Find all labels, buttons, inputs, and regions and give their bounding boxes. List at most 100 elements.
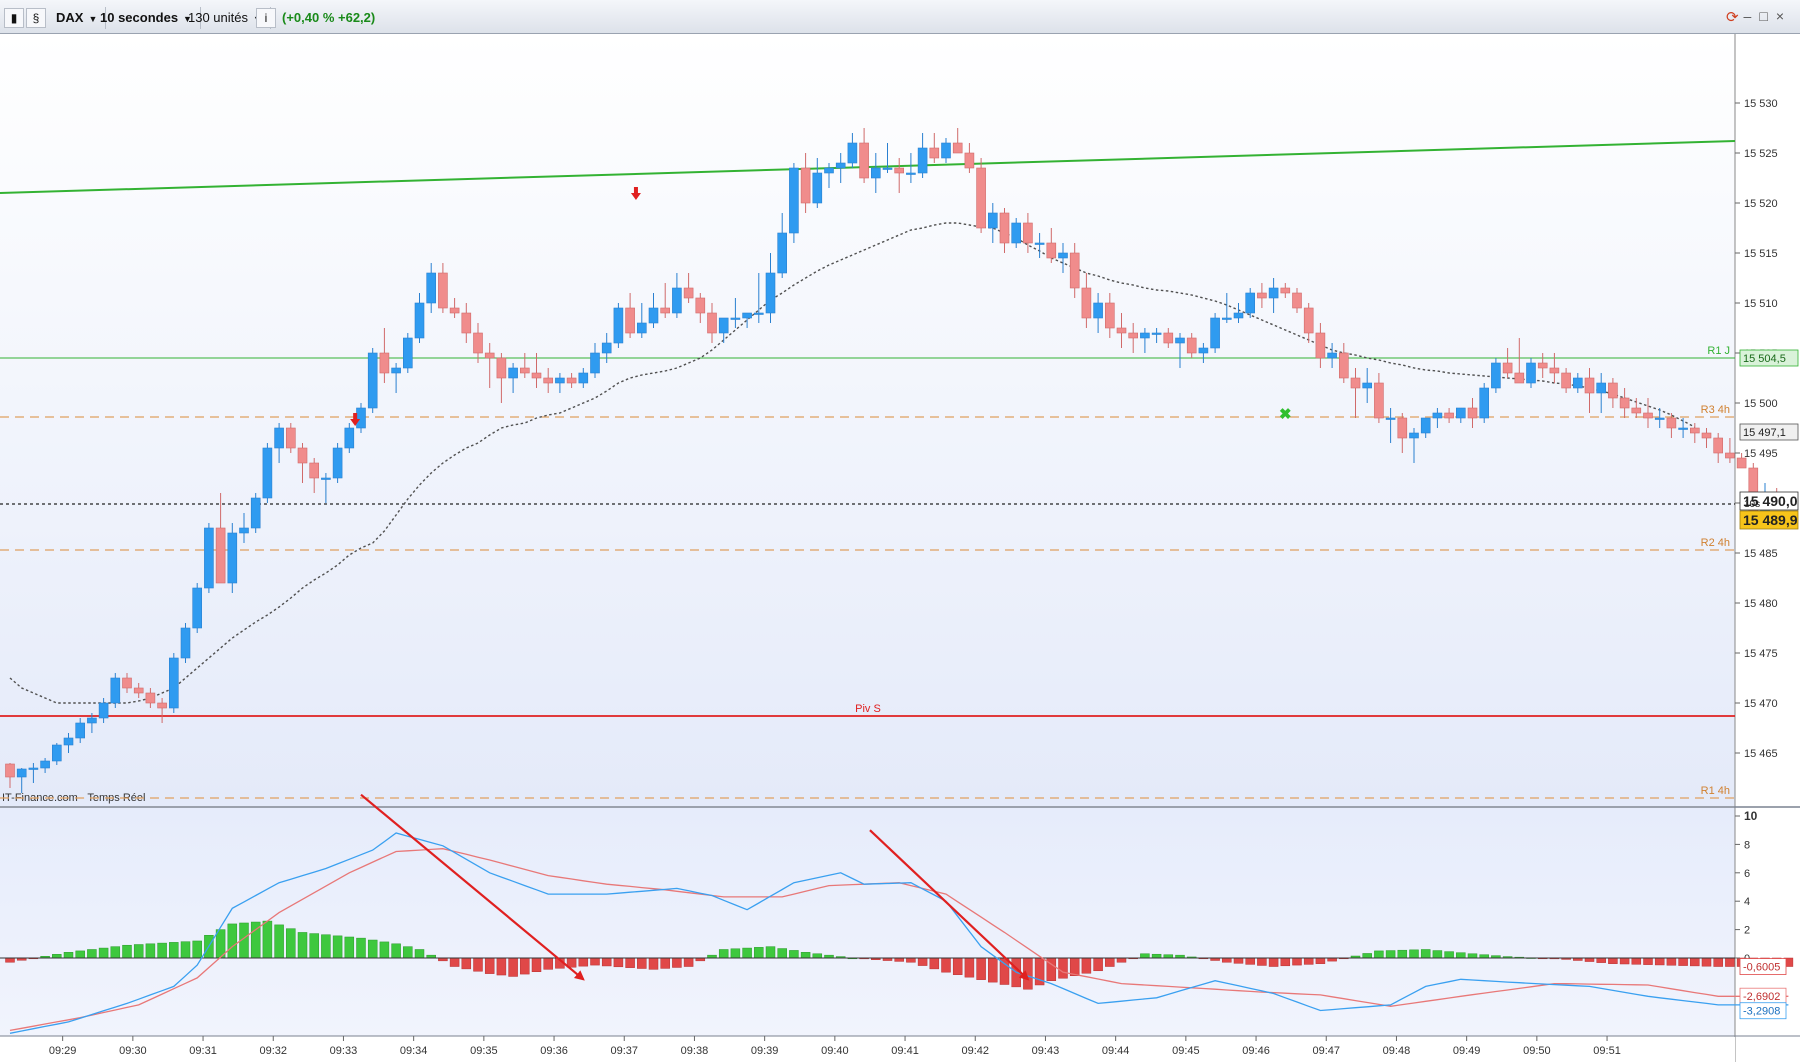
candle[interactable] — [789, 163, 799, 243]
candle[interactable] — [613, 303, 624, 348]
macd-histogram-bar — [508, 957, 518, 977]
macd-histogram-bar — [192, 940, 202, 959]
macd-histogram-bar — [379, 941, 390, 959]
x-tick-label: 09:36 — [540, 1045, 568, 1057]
candlestick-icon[interactable]: ▮ — [4, 8, 24, 28]
candle[interactable] — [110, 673, 121, 708]
y-tick-label: 15 495 — [1744, 448, 1778, 460]
candle[interactable] — [332, 443, 343, 483]
candle[interactable] — [367, 348, 378, 413]
x-tick-label: 09:44 — [1102, 1045, 1130, 1057]
close-icon[interactable]: × — [1776, 8, 1792, 24]
macd-histogram-bar — [367, 939, 378, 959]
level-label: R1 4h — [1701, 785, 1730, 797]
macd-y-tick-label: 6 — [1744, 868, 1750, 880]
macd-histogram-bar — [1222, 957, 1232, 963]
macd-histogram-bar — [1608, 957, 1618, 964]
candle[interactable] — [976, 158, 986, 233]
candle[interactable] — [180, 623, 191, 663]
macd-histogram-bar — [286, 928, 296, 959]
refresh-icon[interactable]: ⟳ — [1726, 7, 1739, 29]
link-icon[interactable]: § — [26, 8, 46, 28]
candle[interactable] — [262, 443, 273, 503]
svg-text:-0,6005: -0,6005 — [1743, 961, 1780, 973]
macd-histogram-bar — [1292, 957, 1302, 966]
x-tick-label: 09:38 — [681, 1045, 709, 1057]
y-tick-label: 15 520 — [1744, 198, 1778, 210]
macd-histogram-bar — [1420, 949, 1431, 959]
macd-histogram-bar — [988, 957, 998, 983]
macd-histogram-bar — [1023, 957, 1033, 990]
minimize-icon[interactable]: – — [1744, 8, 1760, 24]
svg-text:-2,6902: -2,6902 — [1743, 991, 1780, 1003]
x-tick-label: 09:41 — [891, 1045, 919, 1057]
macd-histogram-bar — [1140, 953, 1150, 959]
macd-histogram-bar — [169, 942, 179, 959]
macd-histogram-bar — [356, 937, 366, 959]
x-tick-label: 09:31 — [189, 1045, 217, 1057]
macd-histogram-bar — [1713, 957, 1723, 967]
candle[interactable] — [169, 653, 179, 713]
macd-histogram-bar — [1619, 957, 1630, 965]
x-tick-label: 09:30 — [119, 1045, 147, 1057]
macd-histogram-bar — [157, 942, 167, 959]
candle[interactable] — [204, 523, 214, 593]
symbol-label: DAX — [56, 10, 84, 25]
svg-text:15 489,9: 15 489,9 — [1743, 512, 1798, 528]
macd-histogram-bar — [110, 946, 121, 959]
r1-price-tag: 15 504,5 — [1739, 349, 1799, 367]
macd-histogram-bar — [590, 957, 600, 966]
info-icon[interactable]: i — [256, 8, 276, 28]
macd-histogram-bar — [1467, 953, 1478, 959]
macd-histogram-bar — [718, 949, 729, 959]
svg-text:-3,2908: -3,2908 — [1743, 1006, 1780, 1018]
macd-histogram-bar — [1690, 957, 1700, 967]
macd-histogram-bar — [403, 946, 413, 959]
macd-histogram-bar — [765, 946, 776, 959]
macd-histogram-bar — [1081, 957, 1092, 974]
candle[interactable] — [227, 523, 238, 593]
x-tick-label: 09:40 — [821, 1045, 849, 1057]
macd-histogram-bar — [789, 950, 799, 959]
macd-histogram-bar — [1303, 957, 1314, 965]
candle[interactable] — [250, 493, 261, 533]
macd-histogram-bar — [906, 957, 916, 963]
y-tick-label: 15 525 — [1744, 148, 1778, 160]
svg-text:15 497,1: 15 497,1 — [1743, 427, 1786, 439]
macd-histogram-bar — [917, 957, 928, 966]
level-label: R1 J — [1707, 345, 1730, 357]
trading-chart[interactable]: IT-Finance.com - Temps Réel Piv SR1 JR3 … — [0, 34, 1800, 1062]
y-tick-label: 15 530 — [1744, 98, 1778, 110]
y-tick-label: 15 500 — [1744, 398, 1778, 410]
candle[interactable] — [1210, 313, 1220, 353]
candle[interactable] — [192, 583, 202, 633]
macd-histogram-bar — [473, 957, 483, 972]
x-tick-label: 09:42 — [961, 1045, 989, 1057]
macd-histogram-bar — [87, 949, 97, 959]
macd-histogram-bar — [414, 949, 425, 959]
candle[interactable] — [1479, 383, 1489, 423]
macd-histogram-bar — [531, 957, 542, 972]
macd-histogram-bar — [1678, 957, 1688, 966]
chart-toolbar: ▮ § DAX▼ 10 secondes▼ 130 unités▼ i (+0,… — [0, 0, 1800, 34]
x-tick-label: 09:29 — [49, 1045, 77, 1057]
x-tick-label: 09:39 — [751, 1045, 779, 1057]
maximize-icon[interactable]: □ — [1759, 8, 1775, 24]
macd-histogram-bar — [1280, 957, 1291, 967]
candle[interactable] — [1491, 358, 1501, 393]
macd-histogram-bar — [1151, 953, 1162, 959]
x-tick-label: 09:45 — [1172, 1045, 1200, 1057]
macd-histogram-bar — [648, 957, 659, 970]
macd-histogram-bar — [1666, 957, 1677, 966]
macd-histogram-bar — [1643, 957, 1653, 965]
macd-histogram-bar — [964, 957, 975, 978]
window-controls: –□× — [1744, 8, 1792, 24]
x-tick-label: 09:32 — [259, 1045, 287, 1057]
macd-histogram-bar — [1385, 950, 1396, 959]
candle[interactable] — [402, 333, 413, 373]
macd-y-tick-label: 2 — [1744, 925, 1750, 937]
macd-histogram-bar — [1631, 957, 1642, 965]
macd-histogram-bar — [227, 923, 238, 959]
macd-histogram-bar — [52, 954, 62, 959]
x-tick-label: 09:47 — [1312, 1045, 1340, 1057]
